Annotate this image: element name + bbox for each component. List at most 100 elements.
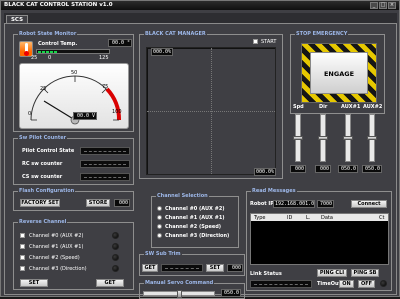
channel-select-1-label: Channel #1 (AUX #1): [165, 215, 225, 221]
cs-sw-counter-label: CS sw counter: [22, 174, 63, 180]
start-label: START: [261, 39, 277, 45]
reverse-channel-1-led: [112, 243, 119, 250]
stop-emergency-title: STOP EMERGENCY: [295, 31, 349, 37]
col-type: Type: [254, 215, 266, 221]
channel-select-2-label: Channel #2 (Speed): [165, 224, 222, 230]
reverse-channel-2-label: Channel #2 (Speed): [29, 255, 80, 261]
aux2-label: AUX#2: [363, 104, 383, 110]
sw-sub-trim-group: SW Sub Trim GET SET 000: [139, 251, 245, 276]
channel-select-3-label: Channel #3 (Direction): [165, 233, 230, 239]
sw-pilot-counter-group: Sw Pilot Counter Pilot Control State RC …: [13, 135, 134, 185]
channel-select-0-label: Channel #0 (AUX #2): [165, 206, 225, 212]
dir-value: 000: [315, 165, 331, 173]
reverse-set-button[interactable]: SET: [20, 279, 48, 287]
spd-value: 000: [290, 165, 306, 173]
connect-button[interactable]: Connect: [351, 200, 387, 208]
robot-ip-input[interactable]: 192.168.001.05: [273, 200, 315, 208]
reverse-channel-2-checkbox[interactable]: [20, 255, 25, 260]
flash-configuration-group: Flash Configuration FACTORY SET STORE 00…: [13, 188, 134, 211]
temperature-bar: [36, 49, 110, 54]
close-icon[interactable]: ×: [388, 2, 396, 9]
ping-cli-button[interactable]: PING CLI: [317, 269, 347, 277]
reverse-channel-2-led: [112, 254, 119, 261]
gauge-tick-50: 50: [71, 70, 78, 76]
factory-set-button[interactable]: FACTORY SET: [20, 199, 60, 207]
tab-panel: Robot State Monitor Control Temp. 00.0 °…: [4, 23, 397, 299]
sub-trim-value: 000: [227, 264, 243, 272]
link-status-led: [380, 280, 387, 287]
rc-sw-counter-value: [80, 160, 130, 168]
read-messages-title: Read Messages: [251, 188, 297, 194]
cs-sw-counter-value: [80, 173, 130, 181]
channel-selection-group: Channel Selection Channel #0 (AUX #2) Ch…: [151, 193, 239, 248]
rc-sw-counter-label: RC sw counter: [22, 161, 63, 167]
start-checkbox[interactable]: [253, 39, 258, 44]
reverse-channel-1-label: Channel #1 (AUX #1): [29, 244, 84, 250]
timeout-label: TimeOut: [317, 281, 341, 287]
reverse-channel-3-checkbox[interactable]: [20, 266, 25, 271]
robot-state-monitor-group: Robot State Monitor Control Temp. 00.0 °…: [13, 31, 134, 132]
maximize-icon[interactable]: □: [379, 2, 387, 9]
window-title: BLACK CAT CONTROL STATION v1.0: [4, 2, 113, 8]
channel-select-3-radio[interactable]: [157, 233, 162, 238]
spd-slider-thumb[interactable]: [293, 136, 303, 140]
reverse-channel-0-checkbox[interactable]: [20, 233, 25, 238]
gauge-tick-100: 100: [112, 109, 122, 115]
sub-trim-display: [161, 264, 203, 272]
main-window: BLACK CAT CONTROL STATION v1.0 _ □ × SCS…: [0, 0, 400, 299]
col-data: Data: [321, 215, 333, 221]
manager-bottom-readout: 000.0%: [254, 168, 276, 176]
aux2-slider-thumb[interactable]: [367, 136, 377, 140]
channel-select-2-radio[interactable]: [157, 224, 162, 229]
col-id: ID: [287, 215, 293, 221]
aux2-value: 050.0: [362, 165, 382, 173]
timeout-on-button[interactable]: ON: [339, 280, 354, 288]
pilot-control-state-value: [80, 147, 130, 155]
channel-select-1-radio[interactable]: [157, 215, 162, 220]
reverse-channel-1-checkbox[interactable]: [20, 244, 25, 249]
channel-select-0-radio[interactable]: [157, 206, 162, 211]
minimize-icon[interactable]: _: [370, 2, 378, 9]
reverse-channel-0-led: [112, 232, 119, 239]
reverse-channel-0-label: Channel #0 (AUX #2): [29, 233, 84, 239]
temp-scale-min: 25: [31, 55, 38, 61]
timeout-off-button[interactable]: OFF: [358, 280, 375, 288]
manual-servo-value: 050.0: [221, 289, 241, 297]
link-status-display: [250, 280, 312, 288]
reverse-channel-group: Reverse Channel Channel #0 (AUX #2) Chan…: [13, 219, 134, 290]
flash-configuration-title: Flash Configuration: [18, 188, 76, 194]
sw-sub-trim-title: SW Sub Trim: [144, 251, 182, 257]
sub-trim-set-button[interactable]: SET: [206, 264, 224, 272]
store-button[interactable]: STORE: [86, 199, 110, 207]
reverse-get-button[interactable]: GET: [96, 279, 124, 287]
gauge-tick-25: 25: [40, 86, 47, 92]
sw-pilot-counter-title: Sw Pilot Counter: [18, 135, 68, 141]
dir-label: Dir: [319, 104, 328, 110]
sub-trim-get-button[interactable]: GET: [142, 264, 158, 272]
control-temp-label: Control Temp.: [38, 41, 78, 47]
manual-servo-title: Manual Servo Command: [144, 280, 215, 286]
engage-button[interactable]: ENGAGE: [310, 52, 368, 94]
manual-servo-slider[interactable]: [143, 290, 215, 298]
manager-top-readout: 000.0%: [151, 48, 173, 56]
robot-ip-label: Robot IP: [250, 201, 274, 207]
reverse-channel-3-label: Channel #3 (Direction): [29, 266, 87, 272]
robot-port-input[interactable]: 7000: [317, 200, 334, 208]
gauge-readout: 00.0 V: [73, 112, 97, 120]
aux1-label: AUX#1: [341, 104, 361, 110]
gauge-tick-0: 0: [28, 111, 32, 117]
col-len: L.: [306, 215, 311, 221]
aux1-slider-thumb[interactable]: [343, 136, 353, 140]
title-bar: BLACK CAT CONTROL STATION v1.0 _ □ ×: [1, 1, 399, 10]
temp-scale-zero: 0: [48, 55, 52, 61]
dir-slider-thumb[interactable]: [318, 136, 328, 140]
gauge-tick-75: 75: [102, 84, 109, 90]
message-table-header: Type ID L. Data Ct: [251, 214, 388, 221]
black-cat-manager-group: BLACK CAT MANAGER START 000.0% 000.0%: [139, 31, 283, 179]
store-value: 000: [114, 199, 130, 207]
reverse-channel-3-led: [112, 265, 119, 272]
pilot-control-state-label: Pilot Control State: [22, 148, 75, 154]
read-messages-group: Read Messages Robot IP 192.168.001.05 70…: [246, 188, 392, 291]
ping-sb-button[interactable]: PING SB: [351, 269, 379, 277]
col-count: Ct: [379, 215, 385, 221]
